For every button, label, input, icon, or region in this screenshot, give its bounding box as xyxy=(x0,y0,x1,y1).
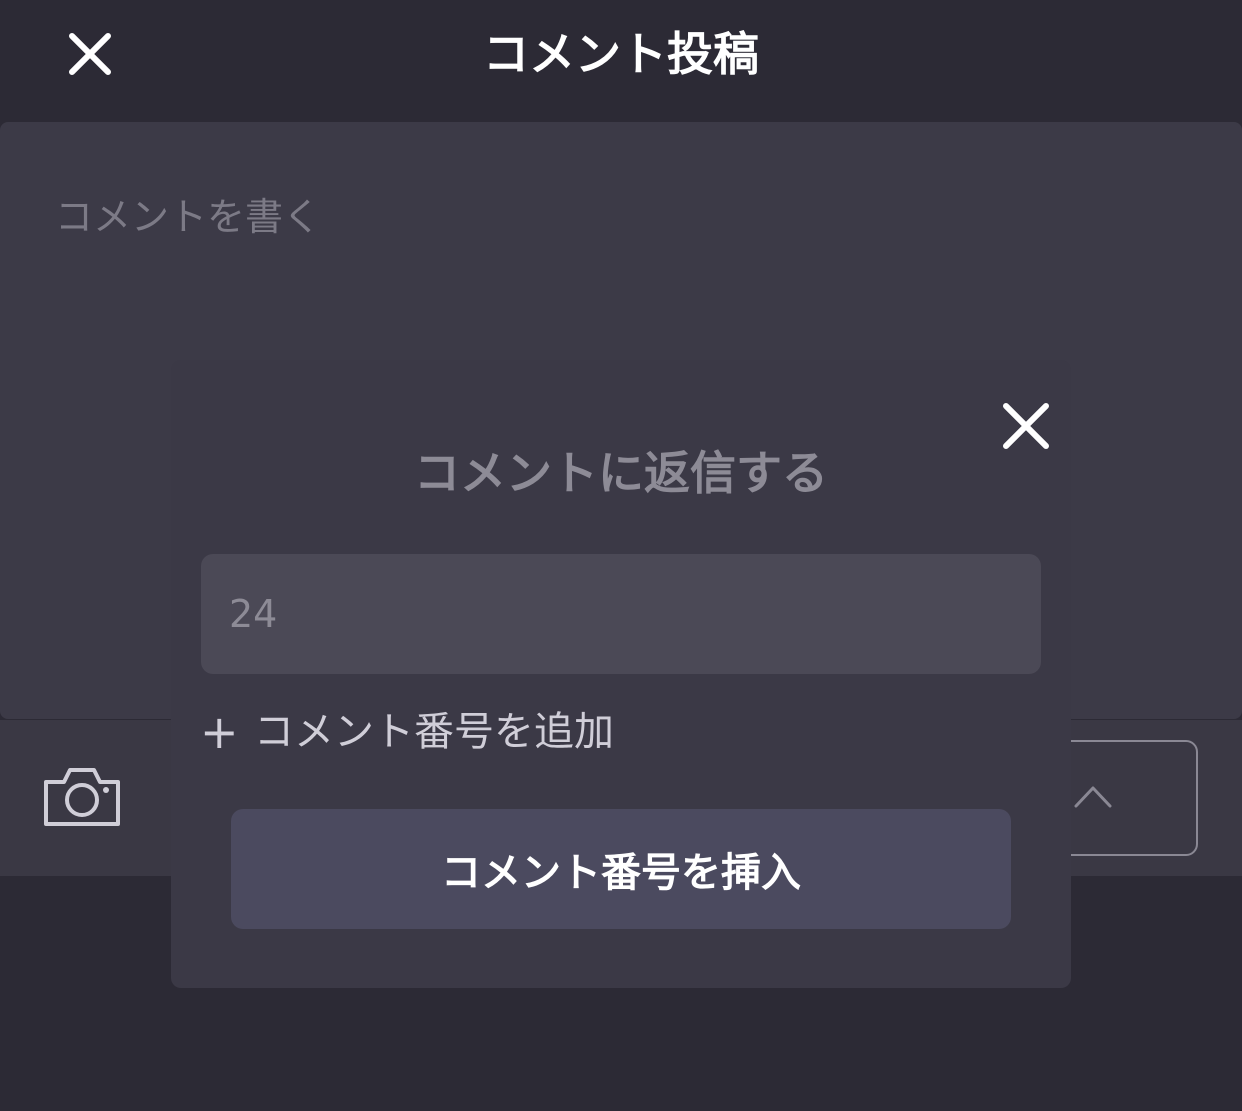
add-comment-number-label: コメント番号を追加 xyxy=(254,709,614,755)
comment-placeholder: コメントを書く xyxy=(55,195,322,239)
insert-comment-number-button[interactable]: コメント番号を挿入 xyxy=(231,809,1011,929)
comment-number-input[interactable] xyxy=(201,554,1041,674)
add-comment-number-link[interactable]: + コメント番号を追加 xyxy=(200,700,614,764)
plus-icon: + xyxy=(200,705,239,759)
camera-icon[interactable] xyxy=(40,764,124,830)
page-title: コメント投稿 xyxy=(483,27,759,81)
modal-title: コメントに返信する xyxy=(414,446,828,500)
chevron-up-icon xyxy=(1074,786,1112,808)
